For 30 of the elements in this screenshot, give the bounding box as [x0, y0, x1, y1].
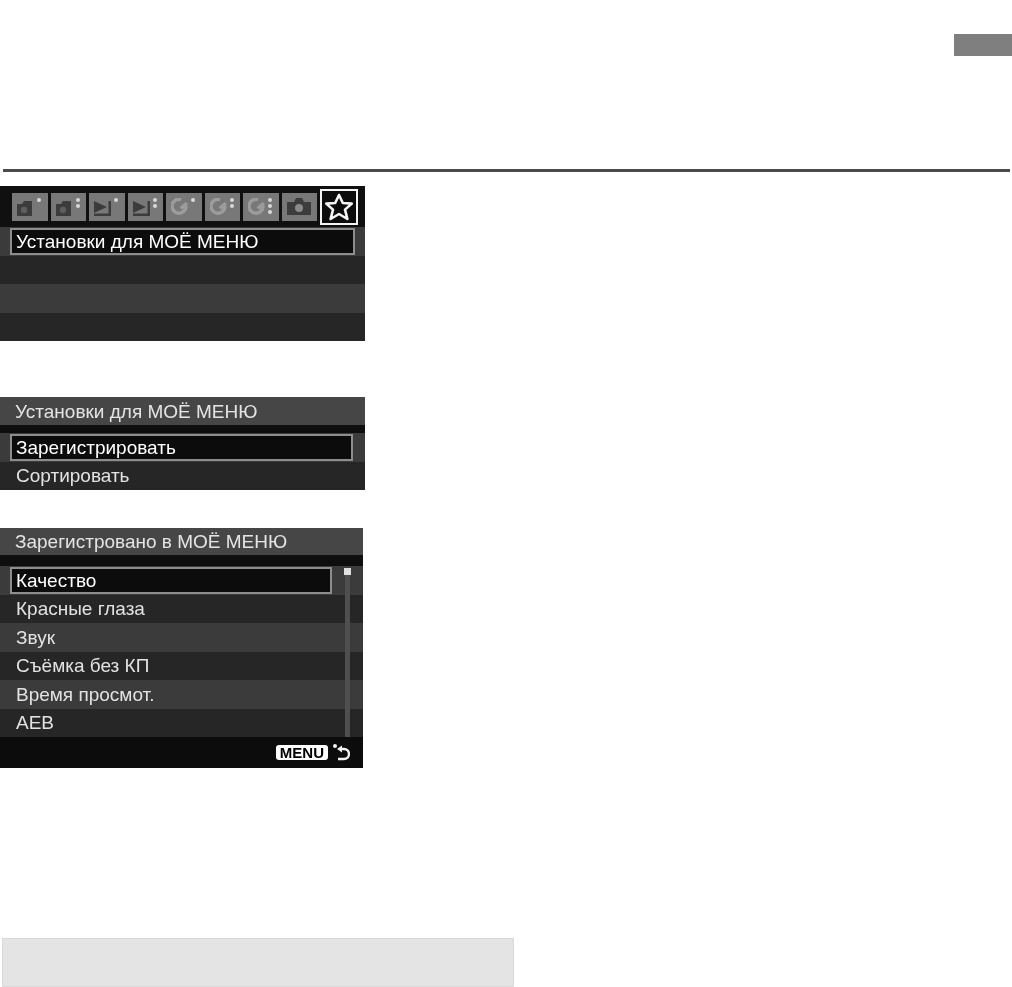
menu-item[interactable]: Зарегистрировать [10, 433, 353, 461]
menu-key: MENU [275, 745, 328, 760]
camera-icon [55, 197, 81, 216]
menu-item[interactable]: Звук [10, 623, 332, 651]
screen-title: Установки для МОЁ МЕНЮ [15, 401, 258, 421]
star-icon [324, 192, 354, 221]
menu-tab[interactable] [166, 192, 202, 221]
menu-tab[interactable] [50, 192, 86, 221]
wrench-icon [248, 197, 274, 216]
camera-icon [17, 197, 43, 216]
menu-tab[interactable] [243, 192, 279, 221]
menu-item[interactable]: Установки для МОЁ МЕНЮ [10, 227, 355, 255]
menu-item[interactable]: Съёмка без КП [10, 652, 332, 680]
play-icon [94, 197, 120, 216]
screen-title: Зарегистровано в МОЁ МЕНЮ [15, 532, 288, 551]
play-icon [132, 197, 158, 216]
menu-tab[interactable] [204, 192, 240, 221]
menu-tab[interactable] [320, 188, 358, 225]
menu-item[interactable]: Сортировать [10, 462, 353, 490]
menu-item[interactable]: Время просмот. [10, 680, 332, 708]
section-marker [954, 34, 1012, 56]
menu-item[interactable]: Качество [10, 566, 332, 594]
return-icon [333, 744, 350, 761]
menu-item[interactable]: AEB [10, 709, 332, 737]
wrench-icon [209, 197, 235, 216]
menu-item[interactable]: Красные глаза [10, 595, 332, 623]
menu-tab[interactable] [127, 192, 163, 221]
camera-icon [287, 198, 312, 215]
wrench-icon [171, 197, 197, 216]
scrollbar-thumb [344, 568, 351, 575]
